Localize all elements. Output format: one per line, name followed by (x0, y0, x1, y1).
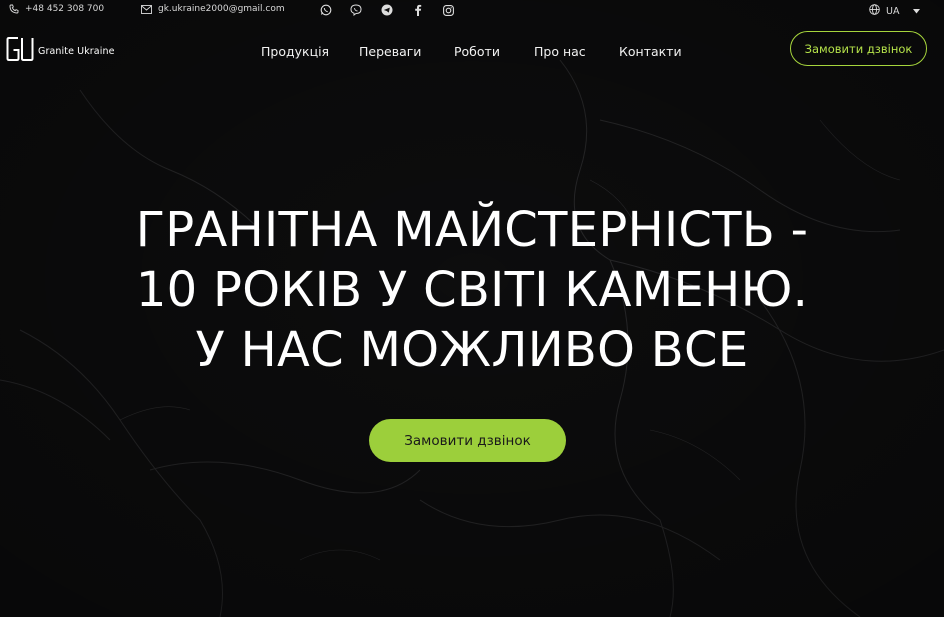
hero-title-line-1: ГРАНІТНА МАЙСТЕРНІСТЬ - (135, 202, 809, 258)
topbar: +48 452 308 700 gk.ukraine2000@gmail.com… (0, 0, 944, 20)
nav-item-advantages[interactable]: Переваги (359, 44, 421, 59)
language-code: UA (886, 5, 900, 17)
nav-item-about[interactable]: Про нас (534, 44, 586, 59)
order-call-button-hero[interactable]: Замовити дзвінок (369, 419, 566, 462)
nav-item-products[interactable]: Продукція (261, 44, 329, 59)
hero-title-line-3: У НАС МОЖЛИВО ВСЕ (195, 322, 749, 378)
nav-item-contacts[interactable]: Контакти (619, 44, 682, 59)
viber-icon[interactable] (349, 3, 363, 17)
logo-text: Granite Ukraine (38, 45, 115, 57)
hero-title: ГРАНІТНА МАЙСТЕРНІСТЬ - 10 РОКІВ У СВІТІ… (0, 200, 944, 380)
facebook-icon[interactable] (411, 3, 425, 17)
nav-item-works[interactable]: Роботи (454, 44, 500, 59)
mail-icon (141, 4, 152, 14)
instagram-icon[interactable] (441, 3, 455, 17)
phone-icon (9, 4, 19, 14)
phone-link[interactable]: +48 452 308 700 (9, 4, 104, 14)
telegram-icon[interactable] (380, 3, 394, 17)
email-address: gk.ukraine2000@gmail.com (158, 4, 285, 14)
phone-number: +48 452 308 700 (25, 4, 105, 14)
language-selector[interactable]: UA (869, 4, 921, 18)
hero-title-line-2: 10 РОКІВ У СВІТІ КАМЕНЮ. (135, 262, 809, 318)
whatsapp-icon[interactable] (319, 3, 333, 17)
logo-mark-icon (6, 34, 34, 68)
globe-icon (869, 4, 880, 18)
caret-down-icon (913, 6, 921, 17)
order-call-button-header[interactable]: Замовити дзвінок (790, 31, 927, 66)
logo[interactable]: Granite Ukraine (6, 34, 115, 68)
email-link[interactable]: gk.ukraine2000@gmail.com (141, 4, 285, 14)
